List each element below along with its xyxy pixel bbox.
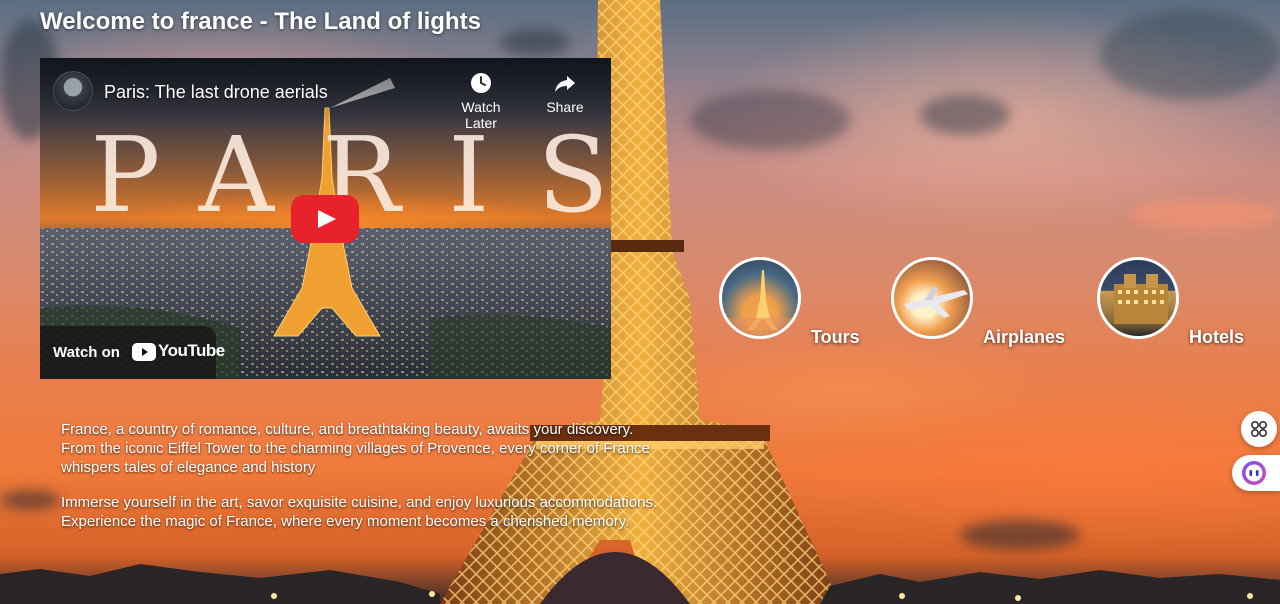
intro-paragraph: France, a country of romance, culture, a… <box>61 421 650 476</box>
share-arrow-icon <box>555 76 575 92</box>
category-tours[interactable]: Tours <box>719 257 869 352</box>
assistant-button[interactable] <box>1232 455 1280 491</box>
watch-later-button[interactable]: Watch Later <box>444 71 518 131</box>
watch-on-label: Watch on <box>53 344 120 361</box>
apps-menu-button[interactable] <box>1241 411 1277 447</box>
watch-on-youtube-link[interactable]: Watch on YouTube <box>40 326 225 379</box>
category-hotels[interactable]: Hotels <box>1097 257 1257 352</box>
experience-paragraph: Immerse yourself in the art, savor exqui… <box>61 494 658 530</box>
category-label[interactable]: Airplanes <box>983 327 1065 348</box>
category-airplanes[interactable]: Airplanes <box>891 257 1076 352</box>
video-player[interactable]: PARIS Paris: The last drone aerials Watc… <box>40 58 611 379</box>
play-icon <box>318 210 336 228</box>
grid-icon <box>1251 421 1267 437</box>
watch-later-label: Watch Later <box>461 99 501 131</box>
assistant-bot-icon <box>1242 461 1266 485</box>
video-title[interactable]: Paris: The last drone aerials <box>104 82 328 103</box>
category-label[interactable]: Tours <box>811 327 860 348</box>
channel-avatar[interactable] <box>53 71 93 111</box>
page-title: Welcome to france - The Land of lights <box>40 8 481 35</box>
play-button[interactable] <box>291 195 359 243</box>
tours-thumbnail[interactable] <box>719 257 801 339</box>
hotels-thumbnail[interactable] <box>1097 257 1179 339</box>
share-label: Share <box>546 99 584 115</box>
clock-icon <box>471 73 491 93</box>
category-label[interactable]: Hotels <box>1189 327 1244 348</box>
youtube-label: YouTube <box>158 341 225 360</box>
share-button[interactable]: Share <box>542 71 588 115</box>
youtube-logo-icon <box>132 343 156 361</box>
airplanes-thumbnail[interactable] <box>891 257 973 339</box>
